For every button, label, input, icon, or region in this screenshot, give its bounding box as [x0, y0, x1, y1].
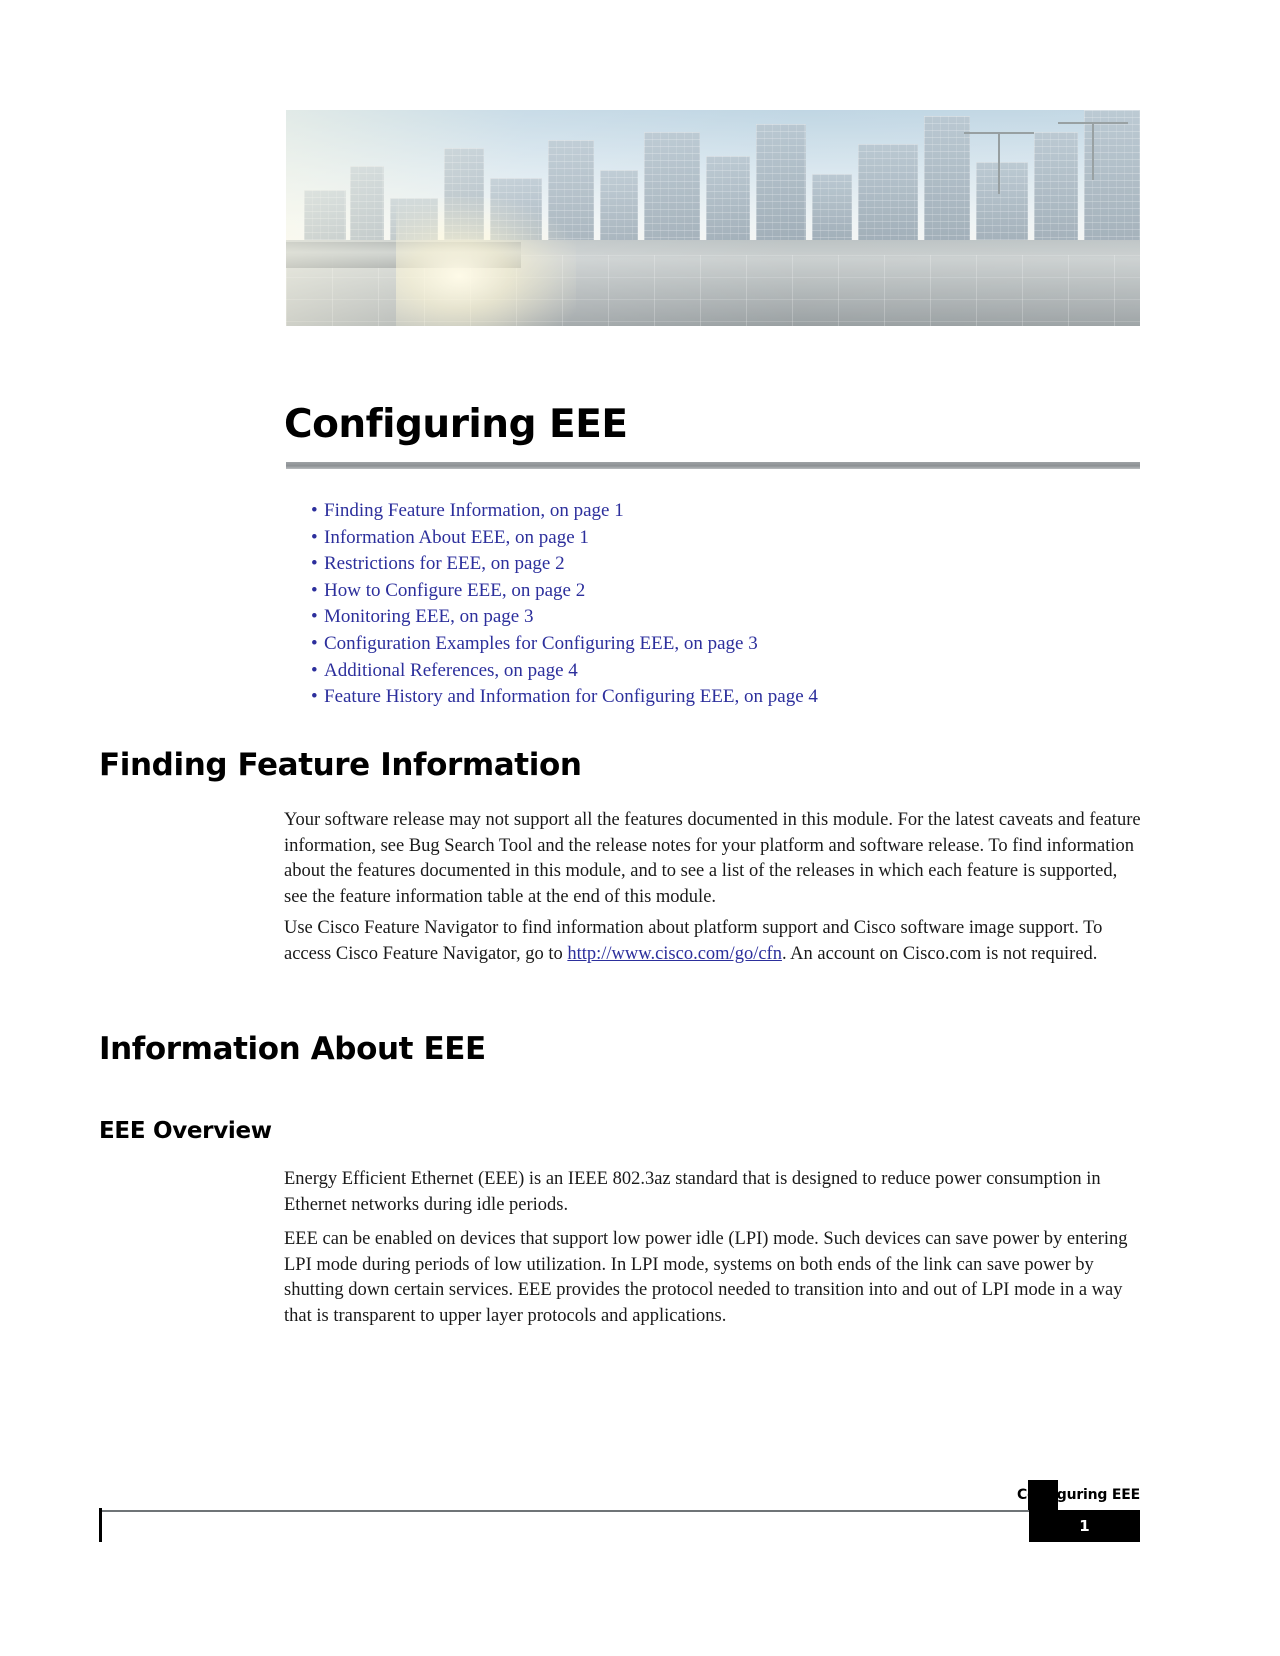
banner-building — [812, 173, 852, 244]
banner-building — [976, 161, 1028, 244]
toc-item-label: Monitoring EEE, on page 3 — [324, 606, 534, 628]
banner-building — [924, 115, 970, 244]
paragraph-eee-overview-1: Energy Efficient Ethernet (EEE) is an IE… — [284, 1169, 1101, 1215]
bullet-icon: • — [311, 606, 318, 628]
banner-building — [600, 169, 638, 244]
banner-building — [756, 123, 806, 244]
heading-eee-overview: EEE Overview — [99, 1118, 272, 1144]
banner-building — [304, 189, 346, 244]
footer-square-marker — [1028, 1480, 1058, 1510]
chapter-banner-image — [286, 110, 1140, 326]
banner-building — [706, 155, 750, 244]
paragraph-finding-feature-information-1: Your software release may not support al… — [284, 810, 1141, 907]
banner-sun-glow — [396, 198, 576, 326]
paragraph-eee-overview-2: EEE can be enabled on devices that suppo… — [284, 1229, 1128, 1326]
document-page: Configuring EEE • Finding Feature Informa… — [0, 0, 1280, 1656]
chapter-toc-list: • Finding Feature Information, on page 1 … — [311, 498, 1131, 711]
cisco-feature-navigator-link[interactable]: http://www.cisco.com/go/cfn — [567, 944, 782, 964]
heading-finding-feature-information: Finding Feature Information — [99, 747, 582, 783]
bullet-icon: • — [311, 686, 318, 708]
footer-divider-rule — [99, 1510, 1140, 1512]
banner-crane — [964, 132, 1034, 194]
bullet-icon: • — [311, 579, 318, 601]
bullet-icon: • — [311, 553, 318, 575]
footer-left-tick-marker — [99, 1508, 102, 1542]
toc-item-label: Finding Feature Information, on page 1 — [324, 500, 624, 521]
toc-item-label: How to Configure EEE, on page 2 — [324, 579, 586, 601]
paragraph-text-after-link: . An account on Cisco.com is not require… — [781, 943, 1098, 964]
toc-link-how-to-configure-eee[interactable]: • How to Configure EEE, on page 2 — [311, 578, 1131, 605]
chapter-title: Configuring EEE — [284, 402, 628, 447]
banner-crane — [1058, 122, 1128, 180]
bullet-icon: • — [311, 659, 318, 681]
toc-item-label: Information About EEE, on page 1 — [324, 526, 589, 548]
toc-item-label: Additional References, on page 4 — [324, 659, 578, 681]
toc-link-feature-history[interactable]: • Feature History and Information for Con… — [311, 684, 1131, 711]
toc-link-monitoring-eee[interactable]: • Monitoring EEE, on page 3 — [311, 604, 1131, 631]
bullet-icon: • — [311, 526, 318, 548]
footer-page-number: 1 — [1079, 1517, 1090, 1535]
heading-information-about-eee: Information About EEE — [99, 1031, 486, 1067]
toc-item-label: Feature History and Information for Conf… — [324, 686, 818, 708]
banner-building — [644, 131, 700, 244]
title-divider-rule — [286, 462, 1140, 469]
toc-item-label: Restrictions for EEE, on page 2 — [324, 553, 565, 575]
toc-item-label: Configuration Examples for Configuring E… — [324, 632, 758, 654]
toc-link-finding-feature-information[interactable]: • Finding Feature Information, on page 1 — [311, 498, 1131, 525]
banner-building — [858, 143, 918, 244]
toc-link-additional-references[interactable]: • Additional References, on page 4 — [311, 658, 1131, 685]
bullet-icon: • — [311, 632, 318, 654]
toc-link-configuration-examples[interactable]: • Configuration Examples for Configuring … — [311, 631, 1131, 658]
banner-building — [350, 165, 384, 244]
bullet-icon: • — [311, 500, 318, 521]
toc-link-information-about-eee[interactable]: • Information About EEE, on page 1 — [311, 525, 1131, 552]
paragraph-finding-feature-information-2: Use Cisco Feature Navigator to find info… — [284, 916, 1142, 967]
banner-building — [1034, 131, 1078, 244]
toc-link-restrictions-for-eee[interactable]: • Restrictions for EEE, on page 2 — [311, 551, 1131, 578]
